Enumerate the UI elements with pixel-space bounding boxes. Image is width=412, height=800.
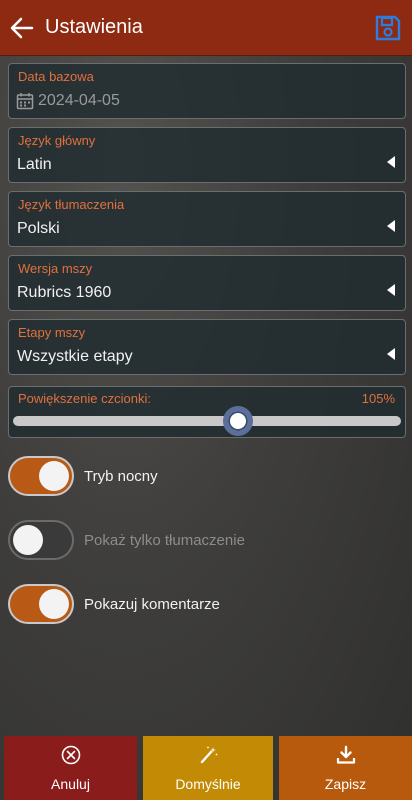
mass-stages-label: Etapy mszy: [18, 325, 86, 340]
page-title: Ustawienia: [45, 16, 143, 38]
caret-left-icon: [387, 220, 395, 232]
mass-version-label: Wersja mszy: [18, 261, 93, 276]
bottom-action-bar: Anuluj Domyślnie Zapisz: [0, 736, 412, 800]
toggle-comments: Pokazuj komentarze: [8, 584, 406, 628]
night-mode-label: Tryb nocny: [84, 468, 158, 485]
calendar-icon: [16, 93, 34, 110]
cancel-button[interactable]: Anuluj: [4, 736, 137, 800]
back-button[interactable]: [6, 12, 38, 44]
switch-knob: [39, 589, 69, 619]
download-icon: [336, 745, 355, 764]
translation-language-value: Polski: [17, 220, 60, 237]
font-scale-slider-box: Powiększenie czcionki: 105%: [8, 386, 406, 438]
base-date-label: Data bazowa: [18, 69, 94, 84]
comments-switch[interactable]: [8, 584, 74, 624]
translation-language-select[interactable]: Język tłumaczenia Polski: [8, 191, 406, 247]
base-date-value: 2024-04-05: [38, 92, 120, 109]
save-top-button[interactable]: [374, 14, 402, 42]
defaults-button[interactable]: Domyślnie: [143, 736, 273, 800]
close-circle-icon: [61, 745, 80, 765]
font-scale-value: 105%: [361, 391, 395, 406]
caret-left-icon: [387, 284, 395, 296]
night-mode-switch[interactable]: [8, 456, 74, 496]
comments-label: Pokazuj komentarze: [84, 596, 220, 613]
toggle-translation-only: Pokaż tylko tłumaczenie: [8, 520, 406, 564]
font-scale-label: Powiększenie czcionki:: [18, 391, 151, 406]
arrow-left-icon: [10, 17, 34, 39]
save-label: Zapisz: [324, 776, 367, 792]
floppy-disk-icon: [375, 15, 401, 41]
switch-knob: [13, 525, 43, 555]
caret-left-icon: [387, 156, 395, 168]
save-button[interactable]: Zapisz: [279, 736, 412, 800]
translation-language-label: Język tłumaczenia: [18, 197, 125, 212]
app-bar: Ustawienia: [0, 0, 412, 56]
translation-only-label: Pokaż tylko tłumaczenie: [84, 532, 245, 549]
main-language-select[interactable]: Język główny Latin: [8, 127, 406, 183]
font-scale-track[interactable]: [13, 416, 401, 426]
magic-wand-icon: [200, 746, 218, 764]
mass-version-select[interactable]: Wersja mszy Rubrics 1960: [8, 255, 406, 311]
main-language-value: Latin: [17, 156, 52, 173]
defaults-label: Domyślnie: [175, 776, 241, 792]
cancel-label: Anuluj: [51, 776, 90, 792]
mass-stages-select[interactable]: Etapy mszy Wszystkie etapy: [8, 319, 406, 375]
main-language-label: Język główny: [18, 133, 96, 148]
toggle-night-mode: Tryb nocny: [8, 456, 406, 500]
caret-left-icon: [387, 348, 395, 360]
font-scale-thumb[interactable]: [223, 406, 254, 436]
mass-version-value: Rubrics 1960: [17, 284, 112, 301]
translation-only-switch[interactable]: [8, 520, 74, 560]
switch-knob: [39, 461, 69, 491]
base-date-field[interactable]: Data bazowa 2024-04-05: [8, 63, 406, 119]
mass-stages-value: Wszystkie etapy: [17, 348, 133, 365]
